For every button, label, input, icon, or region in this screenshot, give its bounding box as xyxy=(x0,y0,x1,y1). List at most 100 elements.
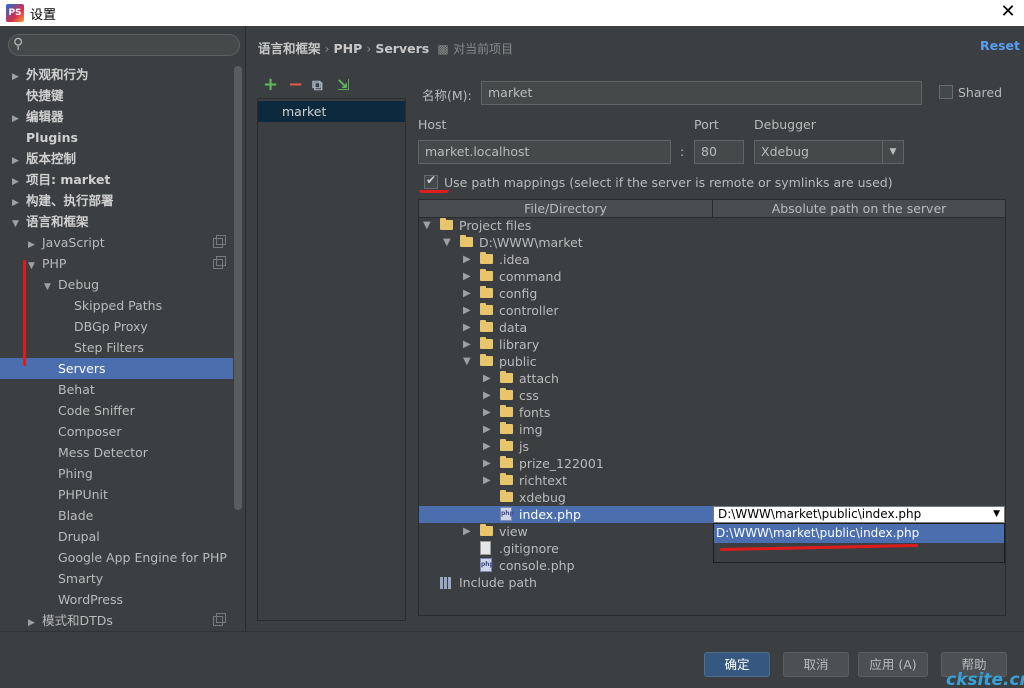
chevron-right-icon[interactable]: ▶ xyxy=(483,472,491,489)
server-path-combobox[interactable]: D:\WWW\market\public\index.php ▼ xyxy=(713,506,1005,523)
sidebar-item[interactable]: ▶ 编辑器 xyxy=(12,106,64,127)
chevron-down-icon[interactable]: ▼ xyxy=(28,256,42,277)
search-input[interactable]: ⚲ xyxy=(8,34,240,56)
apply-button[interactable]: 应用 (A) xyxy=(858,652,928,677)
chevron-down-icon[interactable]: ▼ xyxy=(993,507,1000,522)
tree-node[interactable]: ▼ Project files xyxy=(419,217,713,234)
copy-server-button[interactable]: ⧉ xyxy=(312,76,323,94)
sidebar-item[interactable]: Drupal xyxy=(44,526,100,547)
sidebar-item[interactable]: ▶ 外观和行为 xyxy=(12,64,89,85)
sidebar-item[interactable]: Google App Engine for PHP xyxy=(44,547,227,568)
sidebar-item-label: DBGp Proxy xyxy=(74,319,148,334)
chevron-right-icon[interactable]: ▶ xyxy=(483,370,491,387)
reset-link[interactable]: Reset xyxy=(980,38,1020,53)
tree-node[interactable]: Include path xyxy=(419,574,713,591)
chevron-down-icon[interactable]: ▼ xyxy=(443,234,451,251)
chevron-right-icon[interactable]: ▶ xyxy=(463,319,471,336)
sidebar-item[interactable]: WordPress xyxy=(44,589,123,610)
sidebar-item[interactable]: Smarty xyxy=(44,568,103,589)
close-icon[interactable]: ✕ xyxy=(997,1,1019,23)
import-server-button[interactable]: ⇲ xyxy=(337,76,350,94)
sidebar-item[interactable]: ▶ 模式和DTDs xyxy=(28,610,113,631)
path-mappings-table: File/Directory Absolute path on the serv… xyxy=(418,199,1006,616)
cancel-button[interactable]: 取消 xyxy=(783,652,849,677)
server-list-item[interactable]: market xyxy=(258,101,405,122)
chevron-right-icon[interactable]: ▶ xyxy=(483,404,491,421)
chevron-down-icon[interactable]: ▼ xyxy=(12,214,26,235)
sidebar-item[interactable]: ▶ 版本控制 xyxy=(12,148,76,169)
sidebar-item[interactable]: PHPUnit xyxy=(44,484,108,505)
column-header-file[interactable]: File/Directory xyxy=(419,200,713,218)
host-field[interactable]: market.localhost xyxy=(418,140,671,164)
chevron-down-icon[interactable]: ▼ xyxy=(44,277,58,298)
sidebar-item[interactable]: Mess Detector xyxy=(44,442,148,463)
port-field[interactable]: 80 xyxy=(694,140,744,164)
phpstorm-icon: PS xyxy=(6,4,24,22)
name-label: 名称(M): xyxy=(422,88,472,103)
chevron-right-icon[interactable]: ▶ xyxy=(463,523,471,540)
add-server-button[interactable]: + xyxy=(263,76,278,94)
shared-checkbox[interactable] xyxy=(939,85,953,99)
tree-node[interactable]: ▶ fonts xyxy=(419,404,713,421)
sidebar-item[interactable]: ▼ Debug xyxy=(44,274,99,295)
use-path-mappings-checkbox[interactable] xyxy=(424,173,438,189)
tree-node[interactable]: ▶ command xyxy=(419,268,713,285)
tree-node[interactable]: php index.php xyxy=(419,506,713,523)
tree-node[interactable]: php console.php xyxy=(419,557,713,574)
sidebar-item[interactable]: Code Sniffer xyxy=(44,400,135,421)
sidebar-item-label: JavaScript xyxy=(42,235,105,250)
column-header-server-path[interactable]: Absolute path on the server xyxy=(713,200,1005,218)
chevron-right-icon[interactable]: ▶ xyxy=(483,387,491,404)
tree-node[interactable]: ▶ view xyxy=(419,523,713,540)
sidebar-item[interactable]: Step Filters xyxy=(60,337,144,358)
sidebar-item[interactable]: Composer xyxy=(44,421,121,442)
sidebar-item[interactable]: 快捷键 xyxy=(12,85,64,106)
breadcrumb-separator: › xyxy=(366,41,372,56)
tree-node[interactable]: ▶ js xyxy=(419,438,713,455)
tree-node[interactable]: ▶ prize_122001 xyxy=(419,455,713,472)
search-icon: ⚲ xyxy=(13,36,24,52)
server-path-option[interactable]: D:\WWW\market\public\index.php xyxy=(714,524,1004,543)
chevron-down-icon[interactable]: ▼ xyxy=(463,353,471,370)
chevron-right-icon[interactable]: ▶ xyxy=(463,285,471,302)
sidebar-item[interactable]: ▼ 语言和框架 xyxy=(12,211,89,232)
sidebar-item[interactable]: Servers xyxy=(44,358,106,379)
sidebar-item[interactable]: Skipped Paths xyxy=(60,295,162,316)
sidebar-item[interactable]: ▶ 项目: market xyxy=(12,169,110,190)
sidebar-scrollbar[interactable] xyxy=(234,66,242,510)
sidebar-item[interactable]: ▶ 构建、执行部署 xyxy=(12,190,114,211)
tree-node[interactable]: xdebug xyxy=(419,489,713,506)
chevron-right-icon[interactable]: ▶ xyxy=(483,438,491,455)
chevron-down-icon[interactable]: ▼ xyxy=(423,217,431,234)
tree-node[interactable]: ▼ D:\WWW\market xyxy=(419,234,713,251)
chevron-down-icon[interactable]: ▼ xyxy=(882,140,903,164)
tree-node[interactable]: ▶ library xyxy=(419,336,713,353)
tree-node[interactable]: ▶ data xyxy=(419,319,713,336)
tree-node[interactable]: ▶ controller xyxy=(419,302,713,319)
project-level-icon xyxy=(213,613,226,626)
tree-node[interactable]: ▼ public xyxy=(419,353,713,370)
sidebar-item[interactable]: DBGp Proxy xyxy=(60,316,148,337)
chevron-right-icon[interactable]: ▶ xyxy=(463,302,471,319)
sidebar-item[interactable]: Phing xyxy=(44,463,93,484)
ok-button[interactable]: 确定 xyxy=(704,652,770,677)
sidebar-item[interactable]: Plugins xyxy=(12,127,78,148)
sidebar-item[interactable]: ▶ JavaScript xyxy=(28,232,105,253)
tree-node[interactable]: ▶ richtext xyxy=(419,472,713,489)
chevron-right-icon[interactable]: ▶ xyxy=(463,251,471,268)
chevron-right-icon[interactable]: ▶ xyxy=(463,268,471,285)
tree-node[interactable]: ▶ img xyxy=(419,421,713,438)
chevron-right-icon[interactable]: ▶ xyxy=(463,336,471,353)
tree-node[interactable]: ▶ .idea xyxy=(419,251,713,268)
sidebar-item[interactable]: Blade xyxy=(44,505,93,526)
sidebar-item[interactable]: Behat xyxy=(44,379,95,400)
chevron-right-icon[interactable]: ▶ xyxy=(483,421,491,438)
tree-node[interactable]: ▶ css xyxy=(419,387,713,404)
chevron-right-icon[interactable]: ▶ xyxy=(483,455,491,472)
tree-node[interactable]: ▶ attach xyxy=(419,370,713,387)
sidebar-item[interactable]: ▼ PHP xyxy=(28,253,66,274)
tree-node[interactable]: ▶ config xyxy=(419,285,713,302)
name-field[interactable]: market xyxy=(481,81,922,105)
remove-server-button[interactable]: − xyxy=(288,76,303,94)
tree-node[interactable]: .gitignore xyxy=(419,540,713,557)
